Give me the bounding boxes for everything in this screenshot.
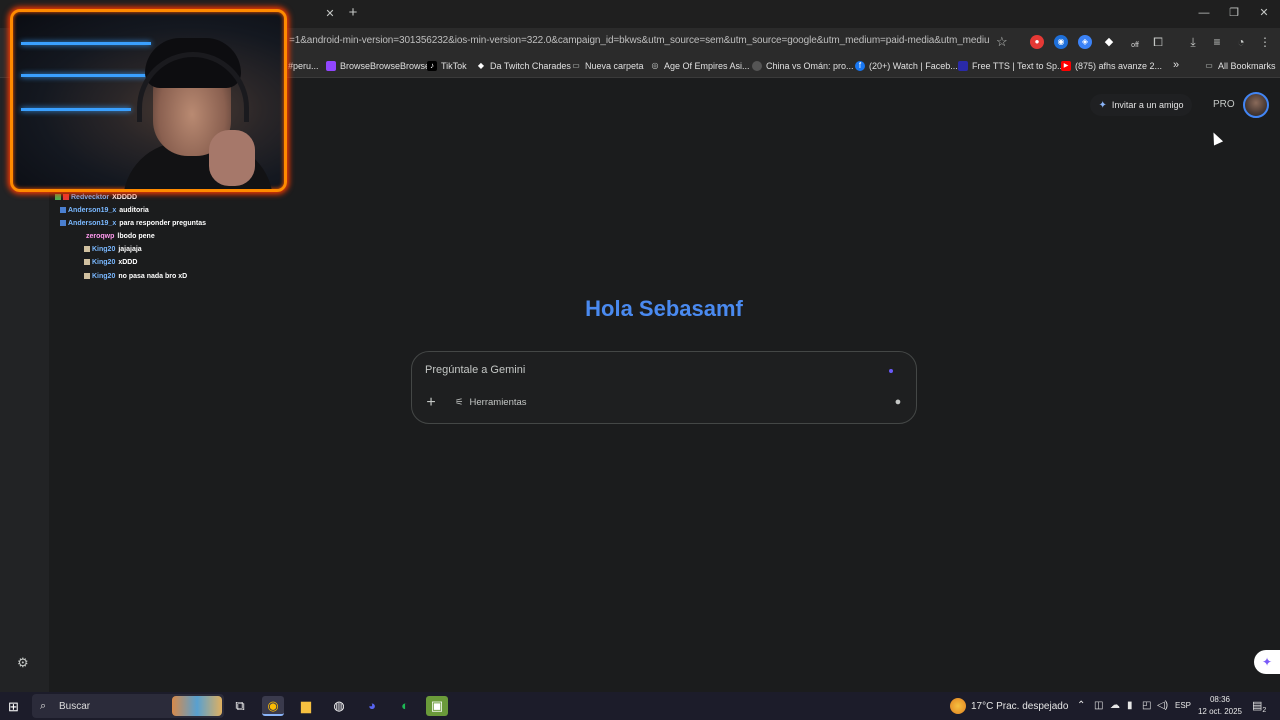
greeting-title: Hola Sebasamf — [585, 296, 743, 321]
all-bookmarks[interactable]: ▭ All Bookmarks — [1204, 61, 1275, 71]
invite-label: Invitar a un amigo — [1111, 100, 1184, 110]
led-shelf — [21, 108, 131, 111]
download-icon[interactable]: ⤓ — [1185, 34, 1201, 50]
profile-icon[interactable]: ◔ — [1233, 34, 1249, 50]
file-explorer-icon[interactable]: ▆ — [295, 696, 317, 716]
notification-count: 2 — [1262, 707, 1267, 715]
add-attachment-button[interactable]: + — [423, 395, 439, 411]
mic-tray-icon[interactable]: ▮ — [1127, 700, 1133, 711]
chat-badge-icon — [63, 194, 69, 201]
youtube-icon: ▶ — [1061, 61, 1071, 71]
tools-button[interactable]: ⚟ Herramientas — [455, 397, 527, 408]
chevron-up-icon[interactable]: ⌃ — [1077, 700, 1085, 711]
bookmark-item[interactable]: ▶ (875) afhs avanze 2... — [1061, 61, 1162, 71]
search-icon: ⌕ — [40, 700, 47, 712]
chat-badge-icon — [84, 273, 90, 280]
streamer-hand — [209, 130, 255, 186]
settings-gear-icon[interactable]: ⚙ — [17, 655, 29, 671]
new-tab-button[interactable]: + — [344, 4, 362, 22]
bookmark-item[interactable]: ♪ TikTok — [427, 61, 467, 71]
language-indicator[interactable]: ESP — [1175, 701, 1191, 710]
led-shelf — [21, 42, 151, 45]
extensions-puzzle-icon[interactable]: ⧠ — [1150, 34, 1166, 50]
chat-message: King20 no pasa nada bro xD — [84, 273, 187, 280]
chat-message: Redvecktor XDDDD — [55, 194, 137, 201]
chat-badge-icon — [60, 220, 66, 227]
webcam-overlay — [10, 9, 287, 192]
chat-badge-icon — [84, 259, 90, 266]
cloud-icon[interactable]: ☁ — [1110, 700, 1120, 711]
search-highlight-image — [172, 696, 222, 716]
network-icon[interactable]: ◰ — [1142, 700, 1151, 711]
notifications-icon[interactable]: ▤2 — [1252, 699, 1266, 714]
red-extension-icon[interactable]: ● — [1030, 35, 1044, 49]
tiktok-icon: ♪ — [427, 61, 437, 71]
bookmark-item[interactable]: #peru... — [288, 61, 319, 71]
bookmark-item[interactable]: China vs Omán: pro... — [752, 61, 854, 71]
windows-start-icon[interactable]: ⊞ — [8, 699, 19, 715]
spotify-icon[interactable]: ◐ — [394, 696, 416, 716]
weather-sun-icon — [950, 698, 966, 714]
minimize-button[interactable]: — — [1189, 4, 1219, 22]
shield-extension-icon[interactable]: ◈ — [1078, 35, 1092, 49]
pro-badge: PRO — [1213, 99, 1235, 110]
minecraft-icon[interactable]: ▣ — [426, 696, 448, 716]
url-text[interactable]: =1&android-min-version=301356232&ios-min… — [289, 35, 989, 46]
bookmark-item[interactable]: f (20+) Watch | Faceb... — [855, 61, 958, 71]
task-view-icon[interactable]: ⧉ — [229, 696, 251, 716]
charades-icon: ◆ — [477, 61, 485, 70]
chat-message: King20 jajajaja — [84, 246, 142, 253]
menu-kebab-icon[interactable]: ⋮ — [1257, 34, 1273, 50]
prompt-input[interactable]: Pregúntale a Gemini — [425, 364, 525, 376]
chat-badge-icon — [84, 246, 90, 253]
bookmark-item[interactable]: ◆ Da Twitch Charades — [476, 61, 571, 71]
tts-icon — [958, 61, 968, 71]
chat-badge-icon — [60, 207, 66, 214]
clock-date[interactable]: 12 oct. 2025 — [1196, 707, 1244, 716]
chat-message: King20 xDDD — [84, 259, 137, 266]
restore-button[interactable]: ❐ — [1219, 4, 1249, 22]
chat-message: Anderson19_x auditoria — [60, 207, 149, 214]
globe-icon: ◎ — [651, 61, 659, 70]
bookmark-item[interactable]: ◎ Age Of Empires Asi... — [650, 61, 750, 71]
prompt-input-box[interactable] — [411, 351, 917, 424]
diamond-extension-icon[interactable]: ◆ — [1102, 35, 1116, 49]
facebook-icon: f — [855, 61, 865, 71]
sparkle-icon: ✦ — [1098, 99, 1107, 111]
led-shelf — [21, 74, 151, 77]
microphone-icon[interactable]: ● — [891, 396, 905, 410]
bookmark-item[interactable]: Free TTS | Text to Sp... — [958, 61, 1065, 71]
chat-message: Anderson19_x para responder preguntas — [60, 220, 206, 227]
folder-icon: ▭ — [1205, 61, 1213, 70]
chat-message: zeroqwp lbodo pene — [86, 233, 155, 240]
bookmark-folder[interactable]: ▭ Nueva carpeta — [571, 61, 643, 71]
blue-extension-icon[interactable]: ◉ — [1054, 35, 1068, 49]
input-indicator-icon — [889, 369, 893, 373]
taskbar-search-input[interactable]: Buscar — [59, 701, 90, 712]
close-window-button[interactable]: ✕ — [1249, 4, 1279, 22]
bookmark-star-icon[interactable]: ☆ — [996, 34, 1008, 50]
twitch-icon — [326, 61, 336, 71]
volume-icon[interactable]: ◁) — [1157, 700, 1168, 711]
floating-assistant-icon[interactable]: ✦ — [1254, 650, 1280, 674]
bookmark-item[interactable]: BrowseBrowseBrowse — [326, 61, 430, 71]
tray-app-icon[interactable]: ◫ — [1094, 700, 1103, 711]
tools-label: Herramientas — [469, 397, 527, 408]
clock-time[interactable]: 08:36 — [1199, 695, 1241, 704]
weather-text[interactable]: 17°C Prac. despejado — [971, 701, 1068, 712]
folder-icon: ▭ — [572, 61, 580, 70]
mouse-cursor-icon — [1208, 130, 1224, 146]
chat-badge-icon — [55, 194, 61, 201]
tab-close-icon[interactable]: ✕ — [322, 6, 338, 22]
off-extension-icon[interactable]: off — [1128, 39, 1142, 53]
site-icon — [752, 61, 762, 71]
tools-icon: ⚟ — [455, 397, 464, 408]
media-queue-icon[interactable]: ≡ — [1209, 34, 1225, 50]
chrome-icon[interactable]: ◉ — [262, 696, 284, 716]
invite-friend-button[interactable]: ✦ Invitar a un amigo — [1090, 94, 1192, 116]
obs-icon[interactable]: ◍ — [328, 696, 350, 716]
bookmarks-overflow-icon[interactable]: » — [1173, 59, 1179, 71]
discord-icon[interactable]: ◕ — [361, 696, 383, 716]
account-avatar[interactable] — [1243, 92, 1269, 118]
